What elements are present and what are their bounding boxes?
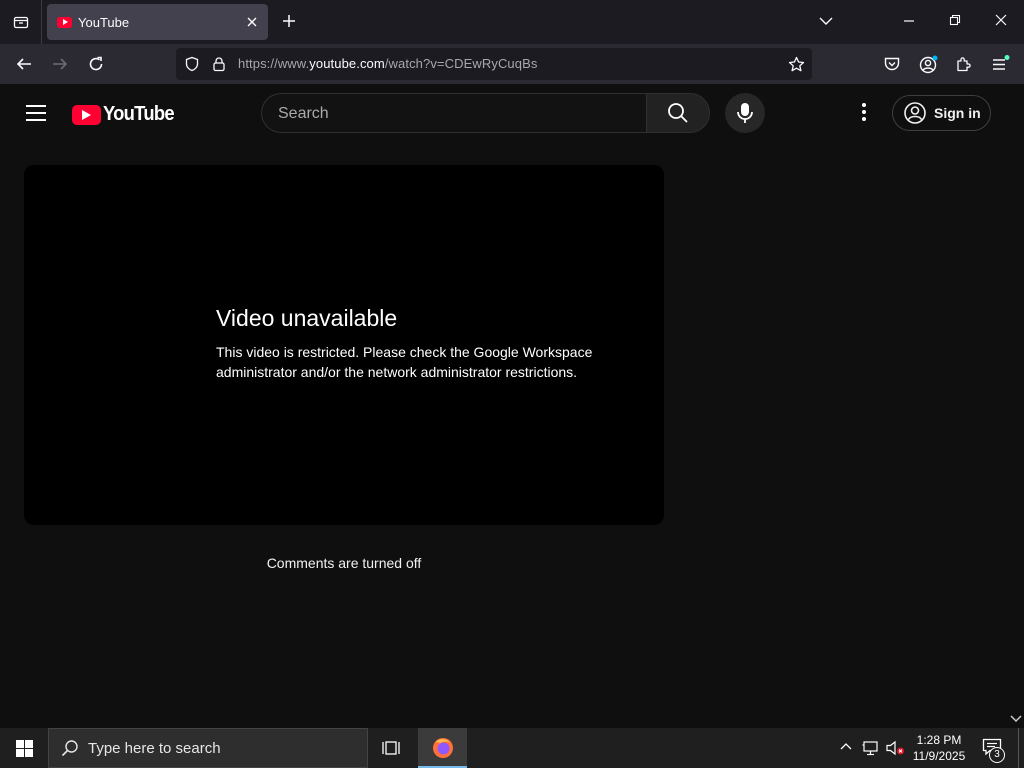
star-icon (788, 56, 805, 72)
tracking-protection-button[interactable] (184, 56, 200, 72)
windows-taskbar: Type here to search 1:28 PM 11/9/2025 3 (0, 728, 1024, 768)
chevron-up-icon (840, 743, 852, 750)
navigation-toolbar: https://www.youtube.com/watch?v=CDEwRyCu… (0, 44, 1024, 84)
search-icon (61, 740, 78, 757)
hamburger-icon (26, 105, 46, 121)
close-tab-button[interactable] (244, 14, 260, 30)
comments-disabled-message: Comments are turned off (266, 555, 422, 571)
list-all-tabs-button[interactable] (0, 0, 42, 44)
volume-muted-icon (886, 740, 904, 756)
taskbar-firefox-app[interactable] (418, 728, 467, 768)
windows-logo-icon (15, 739, 33, 757)
tab-overflow-button[interactable] (818, 13, 834, 29)
arrow-right-icon (53, 58, 68, 70)
network-icon (862, 741, 878, 756)
sign-in-button[interactable]: Sign in (892, 95, 991, 131)
new-tab-button[interactable] (280, 12, 298, 30)
search-icon (668, 103, 688, 123)
restore-icon (949, 14, 961, 26)
youtube-logo[interactable]: YouTube (72, 103, 180, 126)
sign-in-label: Sign in (934, 105, 981, 121)
restore-window-button[interactable] (948, 13, 962, 27)
account-button[interactable] (919, 55, 939, 75)
microphone-icon (737, 103, 753, 123)
pocket-icon (884, 57, 900, 71)
reload-icon (89, 56, 103, 71)
taskbar-search-placeholder: Type here to search (88, 739, 221, 757)
youtube-play-icon (72, 104, 101, 125)
extensions-button[interactable] (955, 55, 973, 73)
chevron-down-icon (1010, 715, 1022, 723)
settings-menu-button[interactable] (856, 102, 872, 122)
close-icon (995, 14, 1007, 26)
reload-button[interactable] (87, 55, 105, 73)
close-window-button[interactable] (994, 13, 1008, 27)
lock-icon (213, 57, 225, 72)
notification-count-badge: 3 (989, 747, 1005, 763)
clock-date: 11/9/2025 (912, 749, 966, 763)
youtube-favicon-icon (57, 16, 72, 28)
minimize-window-button[interactable] (902, 13, 916, 27)
search-button[interactable] (646, 93, 710, 133)
chevron-down-icon (819, 17, 833, 25)
voice-search-button[interactable] (725, 93, 765, 133)
clock-time: 1:28 PM (916, 733, 962, 747)
tab-title: YouTube (78, 14, 130, 30)
task-view-button[interactable] (382, 739, 402, 757)
url-path: /watch?v=CDEwRyCuqBs (384, 56, 538, 71)
taskbar-clock[interactable]: 1:28 PM 11/9/2025 (908, 732, 970, 764)
youtube-header: YouTube Search Sign in (0, 84, 1024, 142)
tab-youtube[interactable]: YouTube (47, 4, 268, 40)
search-placeholder: Search (278, 105, 329, 122)
menu-icon (993, 55, 1010, 70)
shield-icon (185, 56, 199, 72)
tab-list-icon (13, 16, 28, 29)
error-message: This video is restricted. Please check t… (216, 344, 593, 380)
error-title: Video unavailable (216, 305, 398, 331)
start-button[interactable] (0, 728, 48, 768)
forward-button[interactable] (51, 55, 69, 73)
puzzle-icon (957, 57, 971, 72)
plus-icon (283, 15, 295, 27)
firefox-icon (432, 738, 453, 758)
address-bar[interactable]: https://www.youtube.com/watch?v=CDEwRyCu… (176, 48, 812, 80)
show-hidden-icons-button[interactable] (839, 740, 853, 754)
minimize-icon (904, 20, 914, 22)
pocket-button[interactable] (883, 55, 901, 73)
url-prefix: https://www. (238, 56, 310, 71)
video-player[interactable]: Video unavailable This video is restrict… (24, 165, 664, 525)
guide-menu-button[interactable] (26, 105, 46, 121)
task-view-icon (382, 741, 400, 755)
account-icon (919, 55, 938, 74)
more-vertical-icon (862, 103, 866, 121)
volume-tray-button[interactable] (886, 740, 906, 756)
app-menu-button[interactable] (991, 55, 1011, 73)
bookmark-button[interactable] (788, 56, 805, 73)
back-button[interactable] (15, 55, 33, 73)
arrow-left-icon (16, 58, 31, 70)
url-domain: youtube.com (309, 56, 385, 71)
search-input[interactable]: Search (261, 93, 647, 133)
taskbar-search-box[interactable]: Type here to search (48, 728, 368, 768)
scroll-down-arrow[interactable] (1010, 714, 1022, 724)
site-info-button[interactable] (211, 56, 227, 72)
logo-wordmark: YouTube (103, 103, 175, 125)
close-icon (247, 17, 257, 27)
show-desktop-button[interactable] (1018, 728, 1024, 768)
network-tray-button[interactable] (862, 740, 880, 756)
browser-tab-strip: YouTube (0, 0, 1024, 44)
account-circle-icon (904, 102, 926, 124)
url-text[interactable]: https://www.youtube.com/watch?v=CDEwRyCu… (238, 56, 537, 71)
